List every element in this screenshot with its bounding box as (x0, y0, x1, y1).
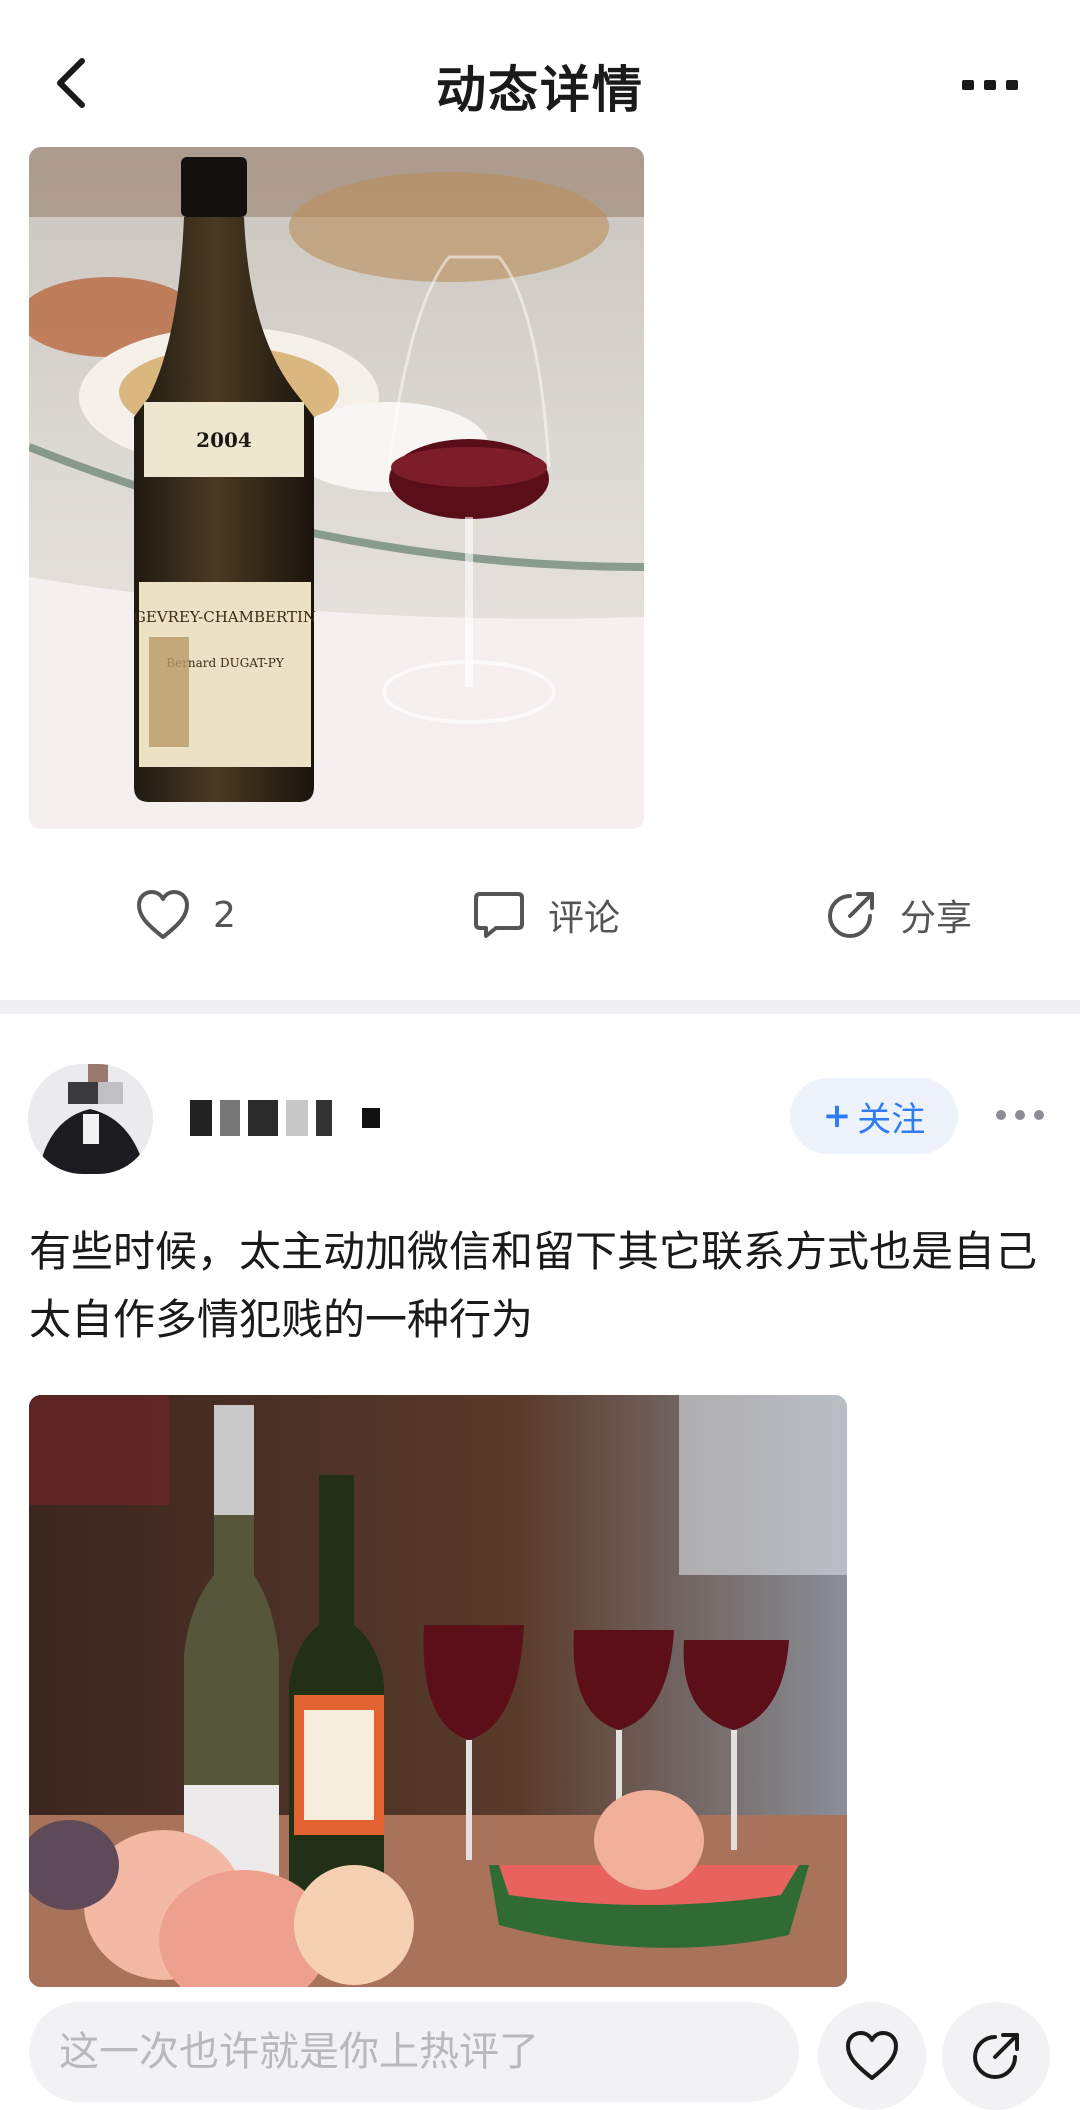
username-pixelated[interactable] (190, 1095, 380, 1140)
share-arrow-icon (828, 892, 874, 938)
heart-outline-icon (137, 890, 189, 939)
bottom-comment-bar (0, 1990, 1080, 2110)
share-label: 分享 (900, 898, 973, 939)
follow-label: 关注 (857, 1099, 926, 1140)
section-divider (0, 1000, 1080, 1014)
more-dots-icon (962, 80, 1018, 90)
post-image-wine-bottle[interactable]: 2004 GEVREY-CHAMBERTIN Bernard DUGAT-PY (29, 147, 644, 829)
svg-text:GEVREY-CHAMBERTIN: GEVREY-CHAMBERTIN (134, 608, 316, 626)
post-image-wine-fruit[interactable] (29, 1395, 847, 1987)
avatar[interactable] (28, 1064, 153, 1174)
plus-icon: + (822, 1096, 852, 1136)
comment-input[interactable] (29, 2002, 799, 2102)
top-nav-bar: 动态详情 (0, 0, 1080, 150)
heart-outline-icon (846, 2031, 898, 2080)
more-options-button[interactable] (950, 60, 1030, 110)
svg-text:2004: 2004 (196, 428, 252, 452)
page-title: 动态详情 (436, 61, 644, 119)
bottom-share-button[interactable] (942, 2002, 1050, 2110)
post-more-button[interactable] (990, 1090, 1050, 1140)
like-button[interactable]: 2 (135, 860, 236, 970)
bottom-like-button[interactable] (818, 2002, 926, 2110)
comment-button[interactable]: 评论 (472, 860, 620, 970)
avatar-pixelated-image (28, 1064, 153, 1174)
share-button[interactable]: 分享 (824, 860, 972, 970)
speech-bubble-icon (474, 892, 524, 938)
like-count: 2 (213, 894, 236, 936)
wine-fruit-photo (29, 1395, 847, 1987)
share-arrow-icon (973, 2033, 1019, 2079)
post-body-text: 有些时候，太主动加微信和留下其它联系方式也是自己太自作多情犯贱的一种行为 (29, 1227, 1038, 1344)
follow-button[interactable]: + 关注 (790, 1078, 958, 1154)
comment-label: 评论 (548, 898, 621, 939)
wine-dinner-photo: 2004 GEVREY-CHAMBERTIN Bernard DUGAT-PY (29, 147, 644, 829)
post-action-bar: 2 评论 分享 (0, 860, 1080, 970)
more-dots-icon (996, 1110, 1044, 1120)
